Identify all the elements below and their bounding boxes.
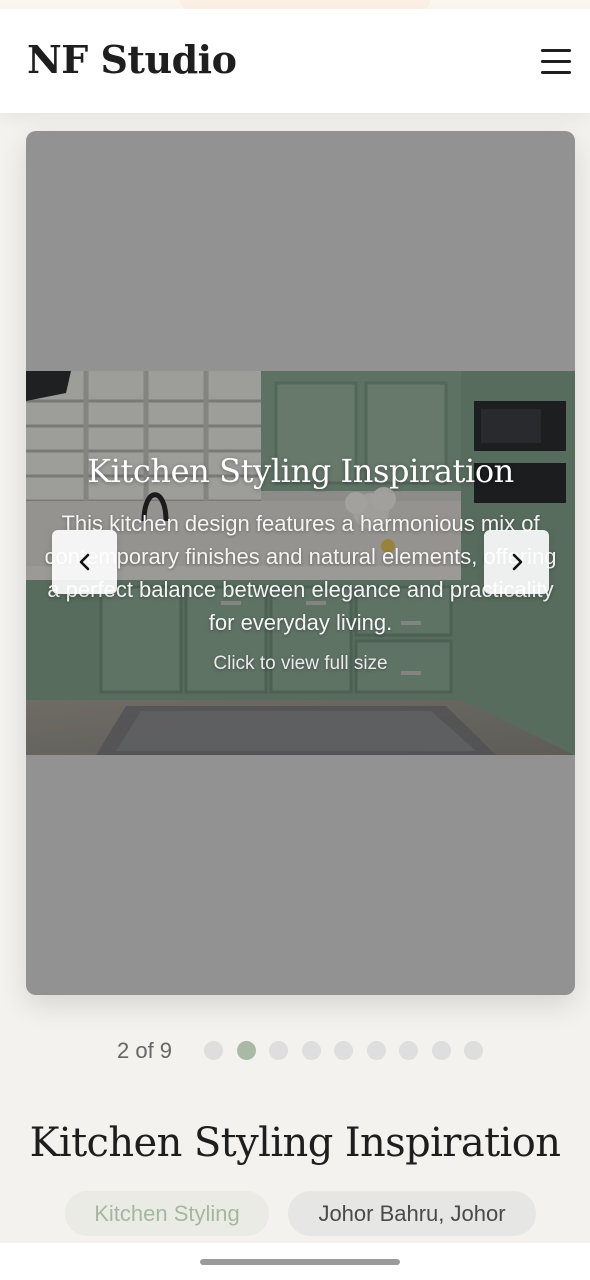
slide-counter: 2 of 9 [117,1038,173,1063]
hamburger-menu-icon [541,49,571,52]
category-tag[interactable]: Kitchen Styling [65,1191,269,1236]
slide-title: Kitchen Styling Inspiration [87,452,514,490]
hamburger-menu-icon [541,60,571,63]
gallery-carousel: Kitchen Styling Inspiration This kitchen… [26,131,575,995]
pagination-dot-1[interactable] [204,1041,223,1060]
hamburger-menu-icon [541,71,571,74]
slide-description: This kitchen design features a harmoniou… [44,511,557,635]
slide-pager: 2 of 9 [0,1036,590,1066]
status-strip [0,0,590,9]
pagination-dot-5[interactable] [334,1041,353,1060]
location-tag[interactable]: Johor Bahru, Johor [288,1191,536,1236]
system-bottom-bar [0,1243,590,1280]
previous-slide-button[interactable] [52,530,117,594]
pagination-dot-2[interactable] [236,1041,256,1060]
home-indicator[interactable] [200,1259,400,1265]
project-title: Kitchen Styling Inspiration [29,1120,561,1166]
site-header: NF Studio [0,9,590,113]
pagination-dot-3[interactable] [269,1041,288,1060]
pagination-dot-4[interactable] [301,1041,321,1060]
chevron-right-icon [512,553,522,571]
pagination-dot-6[interactable] [366,1041,386,1060]
menu-button[interactable] [534,45,574,79]
pagination-dot-7[interactable] [399,1041,418,1060]
site-logo[interactable]: NF Studio [27,37,237,82]
pagination-dot-8[interactable] [431,1041,451,1060]
pagination-dot-9[interactable] [464,1041,483,1060]
chevron-left-icon [79,553,89,571]
next-slide-button[interactable] [484,530,549,594]
status-glow [180,0,430,9]
view-full-size-hint[interactable]: Click to view full size [26,653,575,675]
